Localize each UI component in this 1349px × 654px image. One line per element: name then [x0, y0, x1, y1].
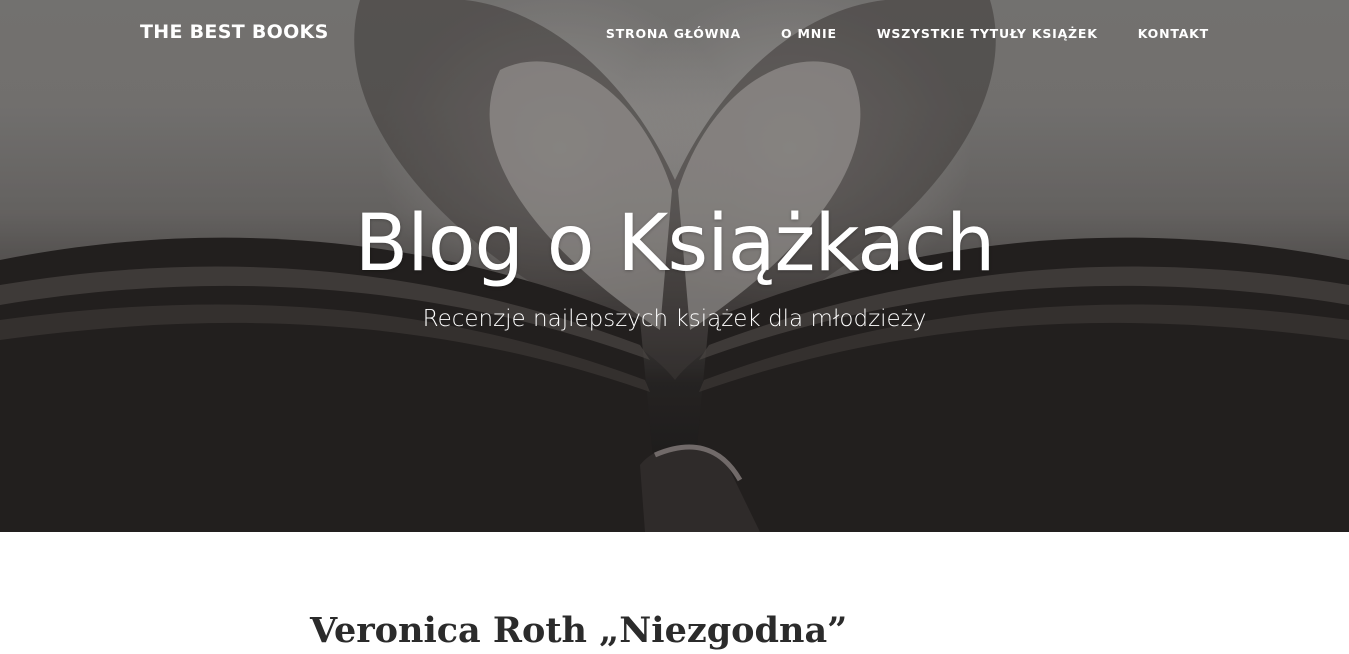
site-brand[interactable]: THE BEST BOOKS [140, 21, 329, 43]
page: THE BEST BOOKS STRONA GŁÓWNA O MNIE WSZY… [0, 0, 1349, 654]
nav-item-home[interactable]: STRONA GŁÓWNA [606, 26, 741, 41]
post-title[interactable]: Veronica Roth „Niezgodna” [310, 610, 847, 651]
nav-item-all-titles[interactable]: WSZYSTKIE TYTUŁY KSIĄŻEK [877, 26, 1098, 41]
nav-item-about[interactable]: O MNIE [781, 26, 837, 41]
hero-banner: THE BEST BOOKS STRONA GŁÓWNA O MNIE WSZY… [0, 0, 1349, 532]
hero-title: Blog o Książkach [354, 199, 996, 289]
hero-subtitle: Recenzje najlepszych książek dla młodzie… [422, 306, 927, 332]
main-navigation: STRONA GŁÓWNA O MNIE WSZYSTKIE TYTUŁY KS… [606, 26, 1209, 41]
nav-item-contact[interactable]: KONTAKT [1138, 26, 1209, 41]
